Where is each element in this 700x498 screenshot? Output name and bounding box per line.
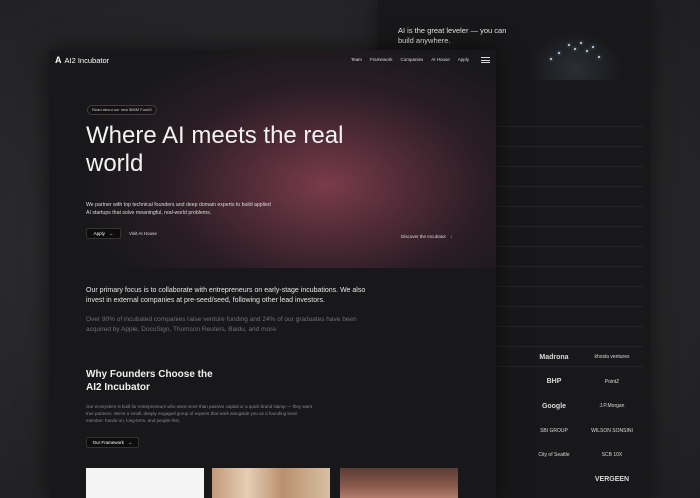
arrow-right-icon: →	[108, 231, 114, 236]
framework-button-label: Our Framework	[92, 440, 124, 445]
list-item	[493, 238, 643, 247]
globe-graphic	[528, 30, 623, 80]
apply-button-label: Apply	[93, 231, 105, 236]
list-item	[493, 318, 643, 327]
logo-jpmorgan: J.P.Morgan	[599, 403, 625, 410]
list-item	[493, 178, 643, 187]
logo-madrona: Madrona	[539, 353, 569, 361]
feature-card-image	[340, 468, 458, 498]
partner-logos: Madrona khosla ventures BHP PointZ Google J…	[528, 345, 638, 492]
arrow-down-icon: ↓	[450, 234, 453, 239]
logo-pointz: PointZ	[604, 378, 620, 385]
list-item	[493, 198, 643, 207]
nav-link-framework[interactable]: Framework	[370, 57, 393, 62]
list-item	[493, 278, 643, 287]
logo-vergeen: VERGEEN	[594, 476, 630, 484]
list-item	[493, 158, 643, 167]
main-page: A AI2 Incubator Team Framework Companies…	[49, 50, 496, 498]
visit-ai-house-link[interactable]: Visit AI House	[129, 231, 157, 236]
logo-scb10x: SCB 10X	[601, 452, 623, 459]
feature-card-image	[212, 468, 330, 498]
brand-logo[interactable]: A AI2 Incubator	[55, 55, 109, 65]
list-item	[493, 138, 643, 147]
fund-announcement-pill[interactable]: Read about our new $80M Fund3	[87, 105, 157, 115]
nav-link-companies[interactable]: Companies	[400, 57, 423, 62]
feature-card-image	[86, 468, 204, 498]
arrow-right-icon: →	[127, 440, 133, 445]
discover-incubator-link[interactable]: Discover the Incubator ↓	[401, 234, 452, 239]
nav-link-apply[interactable]: Apply	[458, 57, 469, 62]
founders-heading: Why Founders Choose the AI2 Incubator	[86, 369, 213, 393]
top-nav: A AI2 Incubator Team Framework Companies…	[49, 50, 496, 70]
logo-google: Google	[541, 402, 567, 410]
apply-button[interactable]: Apply →	[86, 228, 121, 239]
discover-label: Discover the Incubator	[401, 234, 447, 239]
brand-name: AI2 Incubator	[64, 55, 110, 65]
logo-seattle: City of Seattle	[538, 452, 570, 459]
ecosystem-text: Our ecosystem is built for entrepreneurs…	[86, 404, 312, 423]
list-item	[493, 218, 643, 227]
hero-title: Where AI meets the real world	[86, 122, 344, 177]
logo-sbi: SBI GROUP	[540, 427, 568, 434]
logo-bhp: BHP	[546, 378, 562, 386]
nav-link-ai-house[interactable]: AI House	[431, 57, 450, 62]
hero-description: We partner with top technical founders a…	[86, 202, 271, 216]
back-page-list	[493, 118, 643, 378]
hamburger-menu-icon[interactable]	[481, 57, 490, 63]
logo-wilson-sonsini: WILSON SONSINI	[591, 427, 633, 434]
our-framework-button[interactable]: Our Framework →	[86, 437, 139, 448]
list-item	[493, 118, 643, 127]
nav-links: Team Framework Companies AI House Apply	[351, 57, 490, 63]
list-item	[493, 258, 643, 267]
back-page-title: AI is the great leveler — you can build …	[398, 26, 507, 45]
hero-section: A AI2 Incubator Team Framework Companies…	[49, 50, 496, 268]
brand-mark-icon: A	[55, 55, 62, 65]
nav-link-team[interactable]: Team	[351, 57, 362, 62]
primary-focus-text: Our primary focus is to collaborate with…	[86, 287, 366, 304]
stats-text: Over 90% of incubated companies raise ve…	[86, 316, 357, 333]
list-item	[493, 298, 643, 307]
logo-khosla: khosla ventures	[594, 354, 630, 361]
